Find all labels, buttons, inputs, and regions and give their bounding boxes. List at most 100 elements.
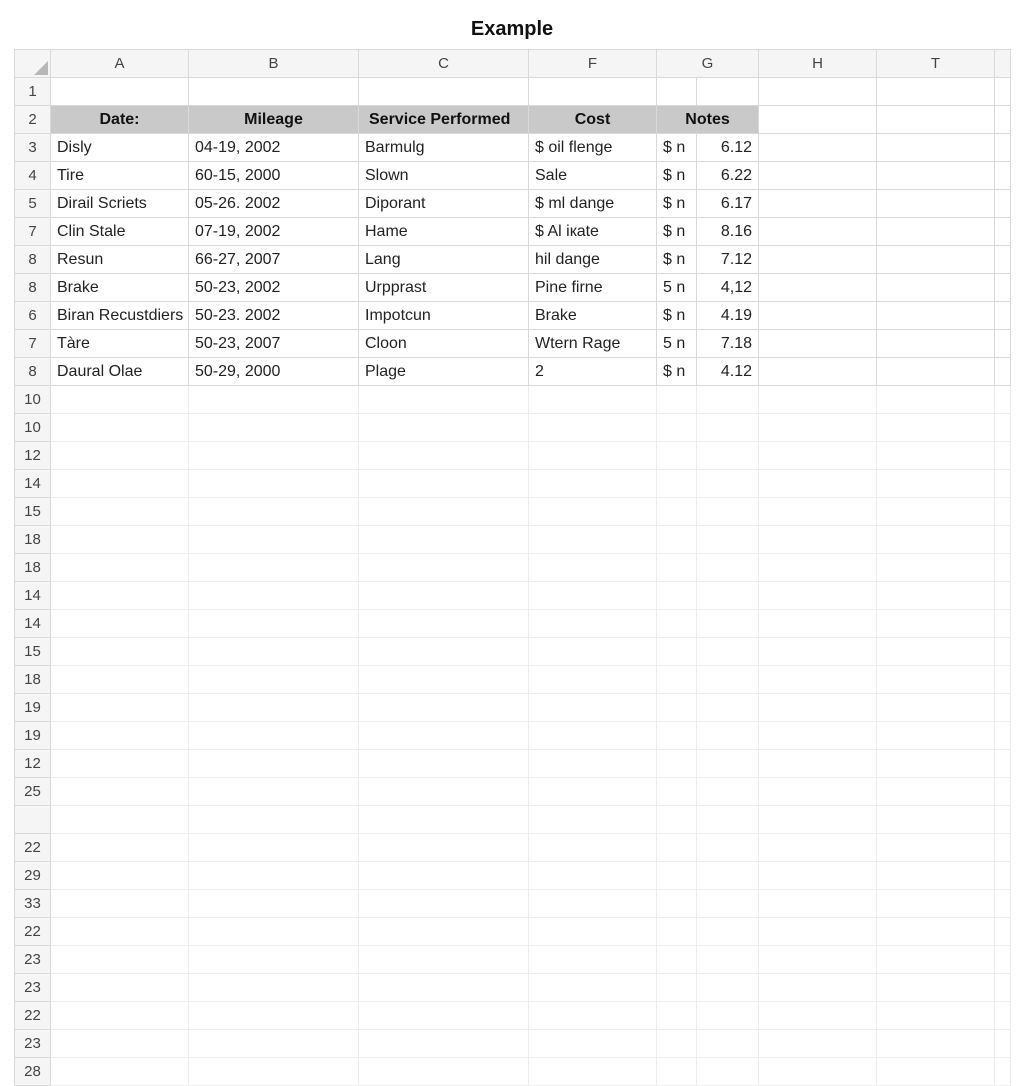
cell[interactable]: 4,12 bbox=[697, 274, 759, 302]
cell[interactable] bbox=[657, 554, 697, 582]
cell[interactable] bbox=[51, 470, 189, 498]
cell[interactable] bbox=[759, 274, 877, 302]
cell[interactable]: 50-23, 2002 bbox=[189, 274, 359, 302]
cell[interactable] bbox=[657, 638, 697, 666]
cell[interactable] bbox=[995, 890, 1011, 918]
cell[interactable] bbox=[995, 1002, 1011, 1030]
cell[interactable] bbox=[995, 862, 1011, 890]
col-header-T[interactable]: T bbox=[877, 50, 995, 78]
cell[interactable] bbox=[529, 666, 657, 694]
cell[interactable]: 60-15, 2000 bbox=[189, 162, 359, 190]
cell[interactable] bbox=[877, 666, 995, 694]
cell[interactable]: $ n bbox=[657, 134, 697, 162]
cell[interactable]: $ n bbox=[657, 218, 697, 246]
cell[interactable] bbox=[759, 862, 877, 890]
cell[interactable] bbox=[995, 330, 1011, 358]
cell[interactable] bbox=[51, 610, 189, 638]
cell[interactable] bbox=[995, 834, 1011, 862]
cell[interactable] bbox=[189, 890, 359, 918]
cell[interactable] bbox=[359, 1002, 529, 1030]
cell[interactable] bbox=[995, 78, 1011, 106]
row-header[interactable]: 14 bbox=[15, 582, 51, 610]
cell[interactable] bbox=[759, 834, 877, 862]
col-header-F[interactable]: F bbox=[529, 50, 657, 78]
cell[interactable] bbox=[189, 610, 359, 638]
cell[interactable] bbox=[51, 78, 189, 106]
cell[interactable] bbox=[359, 834, 529, 862]
row-header[interactable]: 23 bbox=[15, 1030, 51, 1058]
cell[interactable] bbox=[995, 498, 1011, 526]
cell[interactable]: Sale bbox=[529, 162, 657, 190]
cell[interactable] bbox=[529, 498, 657, 526]
row-header[interactable] bbox=[15, 806, 51, 834]
cell[interactable] bbox=[51, 946, 189, 974]
cell[interactable] bbox=[51, 834, 189, 862]
cell[interactable] bbox=[697, 806, 759, 834]
cell[interactable] bbox=[697, 498, 759, 526]
cell[interactable]: Brake bbox=[51, 274, 189, 302]
cell[interactable] bbox=[529, 778, 657, 806]
cell[interactable] bbox=[359, 862, 529, 890]
cell[interactable] bbox=[697, 778, 759, 806]
cell[interactable] bbox=[995, 414, 1011, 442]
cell[interactable]: Cloon bbox=[359, 330, 529, 358]
cell[interactable] bbox=[759, 218, 877, 246]
cell[interactable] bbox=[51, 694, 189, 722]
cell[interactable] bbox=[657, 1002, 697, 1030]
cell[interactable] bbox=[51, 666, 189, 694]
header-cost[interactable]: Cost bbox=[529, 106, 657, 134]
cell[interactable] bbox=[877, 358, 995, 386]
cell[interactable] bbox=[759, 1002, 877, 1030]
cell[interactable]: 7.12 bbox=[697, 246, 759, 274]
cell[interactable]: Slown bbox=[359, 162, 529, 190]
cell[interactable] bbox=[529, 582, 657, 610]
cell[interactable] bbox=[995, 750, 1011, 778]
cell[interactable] bbox=[877, 638, 995, 666]
row-header[interactable]: 8 bbox=[15, 246, 51, 274]
cell[interactable] bbox=[189, 834, 359, 862]
row-header[interactable]: 28 bbox=[15, 1058, 51, 1086]
cell[interactable]: 8.16 bbox=[697, 218, 759, 246]
cell[interactable] bbox=[877, 722, 995, 750]
cell[interactable] bbox=[759, 890, 877, 918]
row-header[interactable]: 7 bbox=[15, 218, 51, 246]
cell[interactable] bbox=[189, 1030, 359, 1058]
cell[interactable] bbox=[697, 862, 759, 890]
cell[interactable] bbox=[51, 442, 189, 470]
cell[interactable] bbox=[189, 78, 359, 106]
col-header-G[interactable]: G bbox=[657, 50, 759, 78]
cell[interactable] bbox=[877, 246, 995, 274]
cell[interactable] bbox=[359, 582, 529, 610]
cell[interactable] bbox=[877, 498, 995, 526]
cell[interactable] bbox=[529, 554, 657, 582]
cell[interactable] bbox=[657, 470, 697, 498]
cell[interactable] bbox=[529, 414, 657, 442]
cell[interactable] bbox=[657, 1030, 697, 1058]
cell[interactable] bbox=[877, 610, 995, 638]
cell[interactable] bbox=[359, 414, 529, 442]
cell[interactable] bbox=[995, 722, 1011, 750]
col-header-B[interactable]: B bbox=[189, 50, 359, 78]
cell[interactable] bbox=[657, 890, 697, 918]
cell[interactable] bbox=[529, 470, 657, 498]
row-header[interactable]: 10 bbox=[15, 386, 51, 414]
cell[interactable] bbox=[189, 638, 359, 666]
cell[interactable]: Resun bbox=[51, 246, 189, 274]
cell[interactable] bbox=[189, 862, 359, 890]
cell[interactable] bbox=[697, 694, 759, 722]
cell[interactable] bbox=[995, 1058, 1011, 1086]
cell[interactable] bbox=[995, 442, 1011, 470]
cell[interactable] bbox=[697, 890, 759, 918]
cell[interactable] bbox=[189, 1058, 359, 1086]
cell[interactable] bbox=[529, 526, 657, 554]
cell[interactable] bbox=[877, 694, 995, 722]
cell[interactable] bbox=[877, 862, 995, 890]
row-header[interactable]: 12 bbox=[15, 750, 51, 778]
cell[interactable] bbox=[697, 834, 759, 862]
cell[interactable] bbox=[529, 946, 657, 974]
cell[interactable] bbox=[697, 526, 759, 554]
cell[interactable] bbox=[995, 302, 1011, 330]
cell[interactable] bbox=[359, 470, 529, 498]
cell[interactable] bbox=[697, 610, 759, 638]
cell[interactable]: Wtern Rage bbox=[529, 330, 657, 358]
